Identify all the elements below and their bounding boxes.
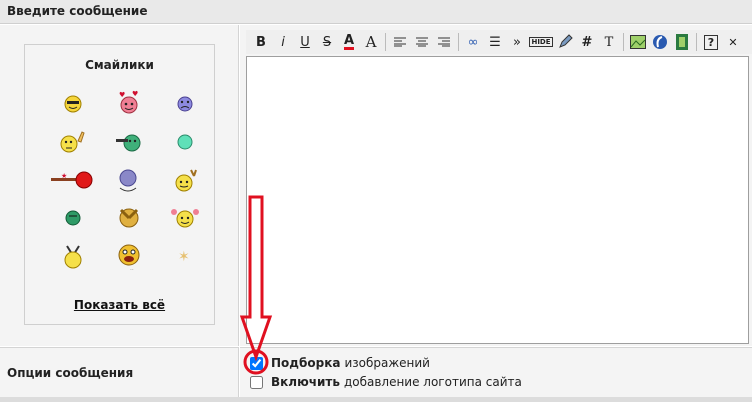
in-love-smiley-icon[interactable]: ♥ ♥ bbox=[101, 85, 157, 123]
list-icon[interactable]: ☰ bbox=[484, 31, 506, 53]
text-icon[interactable]: T bbox=[598, 31, 620, 53]
toolbar-separator bbox=[696, 33, 697, 51]
link-icon[interactable]: ∞ bbox=[462, 31, 484, 53]
strike-button[interactable]: S bbox=[316, 31, 338, 53]
smilies-title: Смайлики bbox=[85, 58, 154, 72]
waving-smiley-icon[interactable] bbox=[157, 161, 213, 199]
options-cell: Подборка изображений Включить добавление… bbox=[240, 347, 752, 402]
option-image-selection[interactable]: Подборка изображений bbox=[250, 356, 430, 370]
antenna-smiley-icon[interactable] bbox=[45, 237, 101, 275]
align-left-icon[interactable] bbox=[389, 31, 411, 53]
message-textarea[interactable] bbox=[247, 57, 748, 343]
pencil-icon[interactable] bbox=[554, 31, 576, 53]
green-smiley-icon[interactable] bbox=[45, 199, 101, 237]
align-right-icon[interactable] bbox=[433, 31, 455, 53]
help-icon[interactable]: ? bbox=[700, 31, 722, 53]
hide-button[interactable]: HIDE bbox=[528, 31, 554, 53]
smilies-panel: Смайлики ♥ ♥ ★ .. ✶ Показать всё bbox=[24, 44, 215, 325]
show-all-smilies-link[interactable]: Показать всё bbox=[25, 298, 214, 312]
site-logo-checkbox[interactable] bbox=[250, 375, 263, 389]
image-selection-checkbox[interactable] bbox=[250, 356, 263, 370]
quote-icon[interactable]: » bbox=[506, 31, 528, 53]
shooting-smiley-icon[interactable] bbox=[101, 123, 157, 161]
toolbar-separator bbox=[623, 33, 624, 51]
svg-text:♥: ♥ bbox=[119, 91, 125, 99]
form-bottom-bar bbox=[0, 397, 752, 402]
toolbar-separator bbox=[385, 33, 386, 51]
laughing-smiley-icon[interactable]: .. bbox=[101, 237, 157, 275]
form-header: Введите сообщение bbox=[0, 0, 752, 24]
editor-toolbar: B i U S A A ∞ ☰ » HIDE # T ? ✕ bbox=[246, 30, 752, 54]
svg-text:✶: ✶ bbox=[178, 249, 190, 265]
image-icon[interactable] bbox=[627, 31, 649, 53]
header-title: Введите сообщение bbox=[7, 4, 148, 18]
options-label-cell: Опции сообщения bbox=[0, 347, 239, 402]
star-icon[interactable]: ✶ bbox=[157, 237, 213, 275]
sad-smiley-icon[interactable] bbox=[157, 85, 213, 123]
toolbar-separator bbox=[458, 33, 459, 51]
video-icon[interactable] bbox=[671, 31, 693, 53]
clapping-smiley-icon[interactable] bbox=[101, 199, 157, 237]
hash-icon[interactable]: # bbox=[576, 31, 598, 53]
italic-button[interactable]: i bbox=[272, 31, 294, 53]
editor-column: B i U S A A ∞ ☰ » HIDE # T ? ✕ bbox=[240, 25, 752, 346]
close-icon[interactable]: ✕ bbox=[722, 31, 744, 53]
svg-text:♥: ♥ bbox=[132, 90, 138, 98]
smilies-grid: ♥ ♥ ★ .. ✶ bbox=[45, 85, 215, 275]
flash-icon[interactable] bbox=[649, 31, 671, 53]
options-label: Опции сообщения bbox=[7, 366, 134, 380]
svg-text:..: .. bbox=[130, 265, 134, 271]
smilies-column: Смайлики ♥ ♥ ★ .. ✶ Показать всё bbox=[0, 25, 239, 346]
gun-smiley-icon[interactable]: ★ bbox=[45, 161, 101, 199]
svg-text:★: ★ bbox=[61, 172, 67, 180]
bouncing-smiley-icon[interactable] bbox=[101, 161, 157, 199]
message-editor[interactable] bbox=[246, 56, 749, 344]
pigtails-smiley-icon[interactable] bbox=[157, 199, 213, 237]
mint-smiley-icon[interactable] bbox=[157, 123, 213, 161]
option-site-logo[interactable]: Включить добавление логотипа сайта bbox=[250, 375, 522, 389]
align-center-icon[interactable] bbox=[411, 31, 433, 53]
text-color-button[interactable]: A bbox=[338, 31, 360, 53]
underline-button[interactable]: U bbox=[294, 31, 316, 53]
pointing-smiley-icon[interactable] bbox=[45, 123, 101, 161]
bold-button[interactable]: B bbox=[250, 31, 272, 53]
font-size-button[interactable]: A bbox=[360, 31, 382, 53]
cool-smiley-icon[interactable] bbox=[45, 85, 101, 123]
